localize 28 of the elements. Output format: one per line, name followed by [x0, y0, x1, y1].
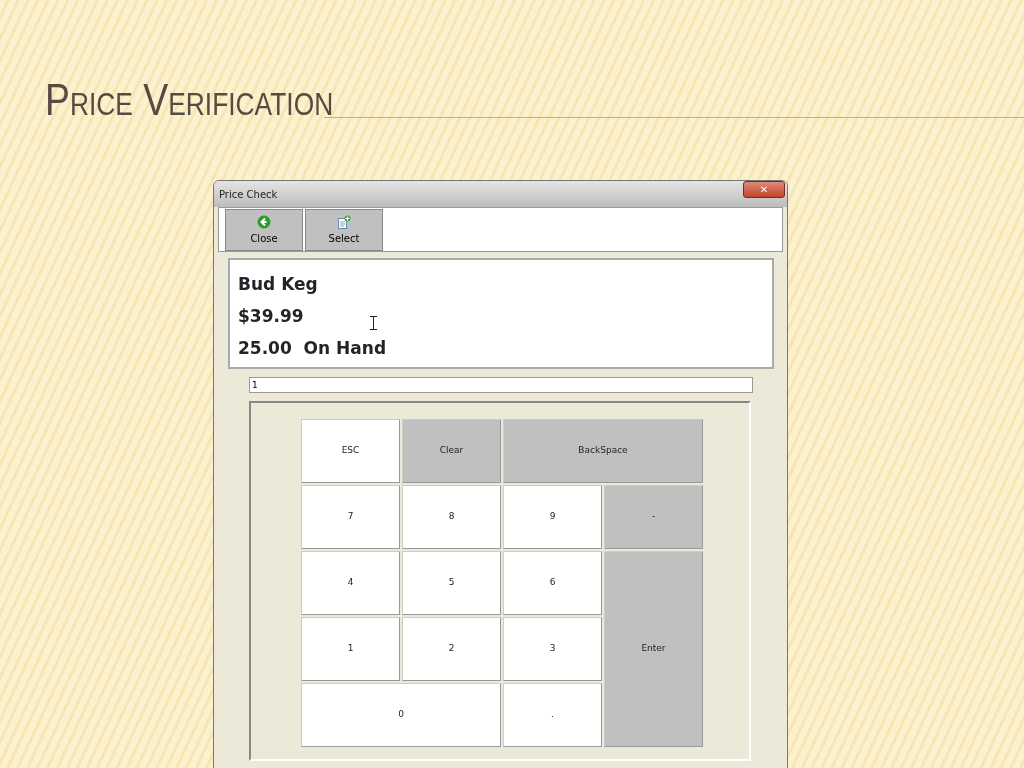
keypad-key[interactable]: 2	[402, 617, 501, 681]
window-title: Price Check	[219, 187, 278, 202]
keypad-key[interactable]: 3	[503, 617, 602, 681]
item-price: $39.99	[238, 305, 304, 328]
keypad-key[interactable]: 1	[301, 617, 400, 681]
keypad-key[interactable]: BackSpace	[503, 419, 703, 483]
keypad-key[interactable]: 0	[301, 683, 501, 747]
keypad-key[interactable]: ESC	[301, 419, 400, 483]
keypad-key[interactable]: 9	[503, 485, 602, 549]
close-button[interactable]: Close	[225, 209, 303, 251]
keypad-key[interactable]: 7	[301, 485, 400, 549]
quantity-input-field[interactable]: 1	[249, 377, 753, 393]
keypad-key[interactable]: .	[503, 683, 602, 747]
keypad-key[interactable]: 5	[402, 551, 501, 615]
on-hand-quantity: 25.00 On Hand	[238, 337, 387, 360]
slide-title: Price Verification	[45, 78, 334, 122]
keypad-key[interactable]: 4	[301, 551, 400, 615]
keypad-key[interactable]: 6	[503, 551, 602, 615]
item-name: Bud Keg	[238, 273, 318, 296]
keypad-key[interactable]: -	[604, 485, 703, 549]
keypad-key[interactable]: Enter	[604, 551, 703, 747]
text-cursor-icon	[370, 316, 377, 330]
close-window-button[interactable]: ✕	[743, 181, 785, 198]
back-arrow-icon	[257, 214, 271, 229]
select-button[interactable]: Select	[305, 209, 383, 251]
keypad-key[interactable]: 8	[402, 485, 501, 549]
document-add-icon	[337, 214, 351, 229]
keypad-key[interactable]: Clear	[402, 419, 501, 483]
